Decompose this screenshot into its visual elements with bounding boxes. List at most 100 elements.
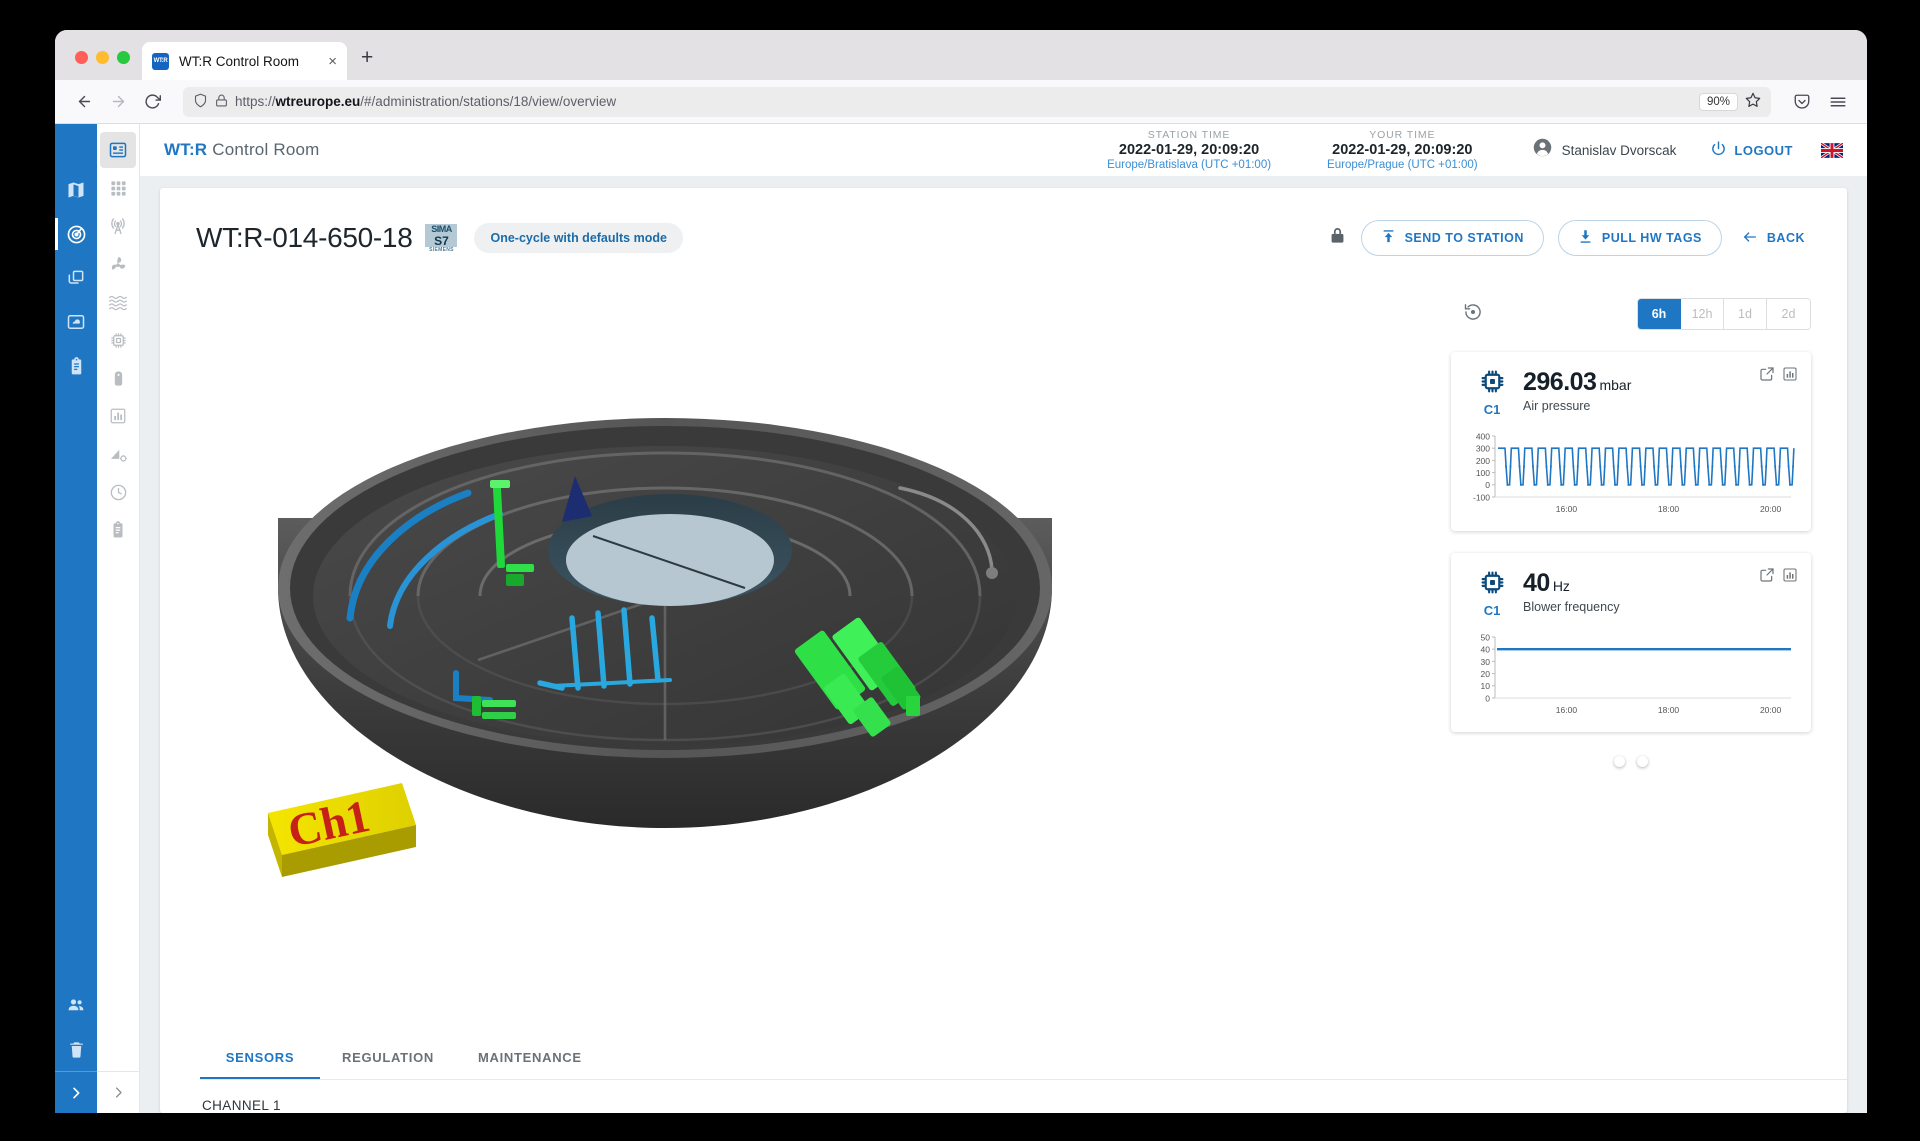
s7-logo-line3: SIEMENS [429, 246, 454, 253]
svg-text:16:00: 16:00 [1556, 504, 1578, 514]
secondary-sidebar [97, 124, 140, 1113]
uk-flag-icon[interactable] [1820, 141, 1844, 159]
carousel-dot[interactable] [1614, 756, 1625, 767]
zoom-level-badge[interactable]: 90% [1698, 92, 1738, 111]
sidebar-item-fan[interactable] [100, 246, 136, 282]
model-3d-viewer[interactable]: Ch1 [200, 288, 1510, 978]
sidebar-item-sensor-config[interactable] [100, 436, 136, 472]
user-menu[interactable]: Stanislav Dvorscak [1506, 137, 1711, 163]
tab-sensors[interactable]: SENSORS [200, 1036, 320, 1079]
logout-button[interactable]: LOGOUT [1710, 140, 1793, 160]
svg-text:50: 50 [1481, 632, 1491, 642]
sidebar-item-processor[interactable] [100, 322, 136, 358]
user-name: Stanislav Dvorscak [1561, 142, 1677, 158]
bookmark-star-icon[interactable] [1745, 92, 1761, 111]
sensor-channel-label: C1 [1483, 603, 1501, 618]
sensor-chart-canvas-2: 50 40 30 20 10 0 16:00 18:00 20:00 [1481, 632, 1791, 715]
sidebar-item-log-clipboard[interactable] [100, 512, 136, 548]
history-refresh-icon[interactable] [1463, 302, 1483, 327]
svg-text:18:00: 18:00 [1658, 504, 1680, 514]
sensor-card[interactable]: C1 296.03 mbar Air pressure 400 300 200 100 0… [1451, 352, 1811, 531]
sidebar-item-chip-overview[interactable] [100, 132, 136, 168]
probe-tip [986, 567, 998, 579]
back-button[interactable]: BACK [1736, 229, 1811, 248]
sidebar-item-map[interactable] [55, 168, 97, 212]
sensor-chart-canvas-1: 400 300 200 100 0 -100 16:00 18:00 20:00 [1473, 431, 1795, 514]
url-text: https://wtreurope.eu/#/administration/st… [235, 94, 617, 109]
secondary-sidebar-bottom [97, 1071, 140, 1113]
tab-title: WT:R Control Room [179, 53, 300, 69]
expand-secondary-sidebar-button[interactable] [97, 1071, 140, 1113]
browser-window: WT:R WT:R Control Room × + https://wtreu… [55, 30, 1867, 1113]
svg-text:16:00: 16:00 [1556, 705, 1578, 715]
close-tab-icon[interactable]: × [328, 54, 337, 69]
chart-view-icon[interactable] [1782, 366, 1798, 387]
time-range-option-12h[interactable]: 12h [1681, 299, 1724, 329]
shield-icon [193, 93, 208, 111]
sidebar-item-cloud[interactable] [55, 300, 97, 344]
your-time-block: YOUR TIME 2022-01-29, 20:09:20 Europe/Pr… [1299, 129, 1506, 171]
sidebar-item-bar-chart[interactable] [100, 398, 136, 434]
svg-text:20:00: 20:00 [1760, 705, 1782, 715]
send-to-station-button[interactable]: SEND TO STATION [1360, 220, 1544, 256]
expand-primary-sidebar-button[interactable] [55, 1071, 97, 1113]
sidebar-item-clock[interactable] [100, 474, 136, 510]
back-navigation-icon[interactable] [69, 87, 99, 117]
arrow-left-icon [1742, 229, 1758, 248]
upload-icon [1381, 229, 1396, 247]
sidebar-item-trash[interactable] [55, 1027, 97, 1071]
pocket-save-icon[interactable] [1787, 87, 1817, 117]
maximize-window-button[interactable] [117, 51, 130, 64]
chart-view-icon[interactable] [1782, 567, 1798, 588]
url-bar[interactable]: https://wtreurope.eu/#/administration/st… [183, 86, 1771, 117]
sensor-value: 296.03 [1523, 368, 1597, 396]
sidebar-item-users[interactable] [55, 983, 97, 1027]
close-window-button[interactable] [75, 51, 88, 64]
pull-hw-tags-button[interactable]: PULL HW TAGS [1557, 220, 1722, 256]
primary-sidebar-bottom [55, 983, 97, 1113]
tab-maintenance[interactable]: MAINTENANCE [456, 1036, 604, 1079]
time-range-option-6h[interactable]: 6h [1638, 299, 1681, 329]
time-range-row: 6h 12h 1d 2d [1451, 298, 1811, 330]
reload-icon[interactable] [137, 87, 167, 117]
sidebar-item-layers[interactable] [55, 256, 97, 300]
pull-hw-tags-label: PULL HW TAGS [1601, 231, 1702, 245]
time-range-option-2d[interactable]: 2d [1767, 299, 1810, 329]
new-tab-button[interactable]: + [347, 46, 387, 80]
sensor-chart[interactable]: 50 40 30 20 10 0 16:00 18:00 20:00 [1465, 632, 1797, 720]
center-well-surface [566, 514, 774, 606]
svg-text:40: 40 [1481, 645, 1491, 655]
sensor-card[interactable]: C1 40 Hz Blower frequency 50 40 30 20 10 0 16:0… [1451, 553, 1811, 732]
tab-regulation[interactable]: REGULATION [320, 1036, 456, 1079]
sidebar-item-grid[interactable] [100, 170, 136, 206]
minimize-window-button[interactable] [96, 51, 109, 64]
forward-navigation-icon[interactable] [103, 87, 133, 117]
your-time-label: YOUR TIME [1369, 129, 1436, 141]
card-actions [1759, 366, 1798, 387]
carousel-dot[interactable] [1637, 756, 1648, 767]
sensor-measurement: 296.03 mbar Air pressure [1519, 368, 1631, 413]
model-label-ch1: Ch1 [268, 783, 416, 877]
sidebar-item-antenna[interactable] [100, 208, 136, 244]
time-range-option-1d[interactable]: 1d [1724, 299, 1767, 329]
sidebar-item-valve[interactable] [100, 360, 136, 396]
send-to-station-label: SEND TO STATION [1404, 231, 1524, 245]
sensor-chart[interactable]: 400 300 200 100 0 -100 16:00 18:00 20:00 [1465, 431, 1797, 519]
browser-toolbar: https://wtreurope.eu/#/administration/st… [55, 80, 1867, 124]
app-header: WT:R Control Room STATION TIME 2022-01-2… [140, 124, 1867, 176]
your-time-value: 2022-01-29, 20:09:20 [1332, 142, 1473, 158]
sidebar-item-stations-radar[interactable] [55, 212, 97, 256]
app-brand[interactable]: WT:R Control Room [164, 140, 320, 160]
sidebar-item-clipboard[interactable] [55, 344, 97, 388]
svg-text:18:00: 18:00 [1658, 705, 1680, 715]
open-external-icon[interactable] [1759, 366, 1775, 387]
browser-menu-icon[interactable] [1823, 87, 1853, 117]
browser-tab[interactable]: WT:R WT:R Control Room × [142, 42, 347, 80]
sensor-channel: C1 [1465, 569, 1519, 618]
sidebar-item-waves[interactable] [100, 284, 136, 320]
your-time-timezone: Europe/Prague (UTC +01:00) [1327, 159, 1478, 171]
chip-icon [1465, 569, 1519, 601]
open-external-icon[interactable] [1759, 567, 1775, 588]
lock-icon[interactable] [1328, 226, 1347, 250]
svg-text:300: 300 [1476, 444, 1490, 454]
